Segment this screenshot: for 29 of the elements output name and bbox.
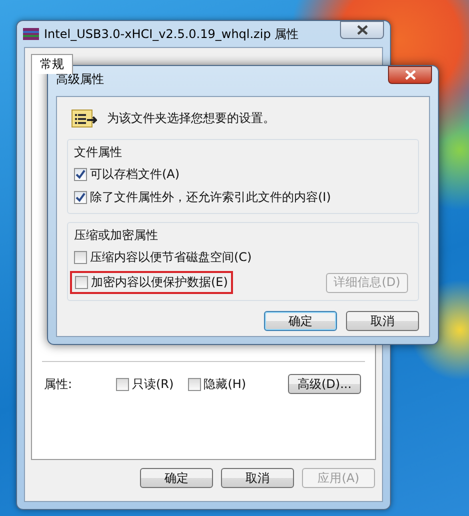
- archive-icon: [23, 27, 39, 41]
- checkbox[interactable]: [74, 251, 87, 264]
- close-icon: [404, 70, 416, 80]
- group-title: 文件属性: [74, 144, 123, 161]
- checkbox-label: 压缩内容以便节省磁盘空间(C): [90, 249, 252, 266]
- close-button[interactable]: [388, 66, 432, 84]
- dialog-button[interactable]: 取消: [221, 468, 294, 488]
- dialog-button[interactable]: 确定: [264, 311, 337, 331]
- checkbox[interactable]: [188, 378, 201, 390]
- checkbox-label: 隐藏(H): [204, 376, 246, 392]
- checkbox-label: 只读(R): [132, 376, 174, 392]
- checkbox-label: 加密内容以便保护数据(E): [91, 274, 228, 291]
- dialog-button[interactable]: 取消: [346, 311, 419, 331]
- attributes-label: 属性:: [43, 376, 74, 392]
- dialog-button[interactable]: 确定: [140, 468, 213, 488]
- advanced-button[interactable]: 高级(D)...: [288, 374, 361, 394]
- group-title: 压缩或加密属性: [74, 227, 159, 244]
- checkbox[interactable]: [74, 191, 87, 204]
- checkbox[interactable]: [116, 378, 129, 390]
- checkbox-label: 可以存档文件(A): [90, 166, 180, 183]
- tab[interactable]: 常规: [31, 54, 73, 74]
- intro-text: 为该文件夹选择您想要的设置。: [107, 110, 275, 126]
- checkbox-label: 除了文件属性外，还允许索引此文件的内容(I): [90, 189, 331, 206]
- checkbox[interactable]: [74, 168, 87, 181]
- close-button[interactable]: [340, 21, 384, 39]
- window-title: Intel_USB3.0-xHCI_v2.5.0.19_whql.zip 属性: [44, 26, 300, 42]
- folder-settings-icon: [71, 107, 97, 129]
- close-icon: [356, 25, 368, 35]
- checkbox[interactable]: [75, 276, 88, 289]
